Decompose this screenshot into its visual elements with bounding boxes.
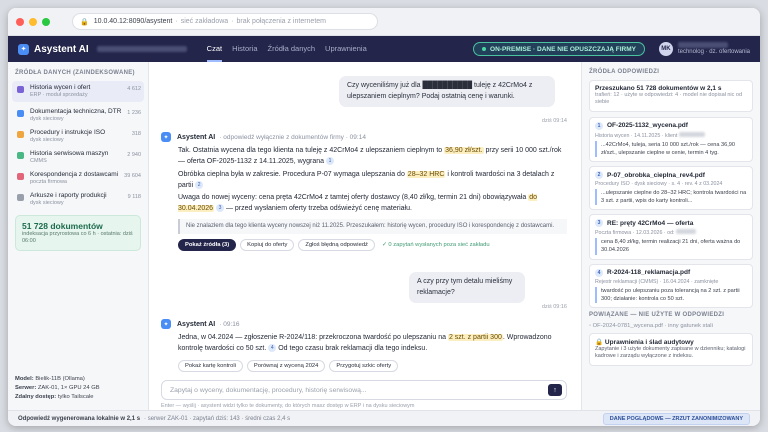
related-item[interactable]: ◦ OF-2024-0781_wycena.pdf · inny gatunek…: [589, 323, 753, 329]
sources-title: ŹRÓDŁA ODPOWIEDZI: [589, 69, 660, 75]
source-item-docs[interactable]: Dokumentacja techniczna, DTR dysk sieciow…: [15, 108, 141, 123]
message-timestamp: dziś 09:16: [541, 304, 567, 310]
assistant-message: ✦ Asystent AI · 09:16 Jedna, w 04.2024 —…: [161, 319, 567, 372]
generation-status: Odpowiedź wygenerowana lokalnie w 2,1 s: [18, 415, 141, 422]
search-note: Nie znalazłem dla tego klienta wyceny no…: [178, 219, 567, 234]
message-input[interactable]: Zapytaj o wyceny, dokumentację, procedur…: [161, 380, 567, 400]
sources-sidebar: ŹRÓDŁA DANYCH (ZAINDEKSOWANE) Historia w…: [8, 62, 149, 410]
redacted-company: [96, 46, 187, 52]
window-controls: [16, 17, 50, 26]
assistant-avatar-icon: ✦: [161, 319, 171, 329]
app-window: 🔒 10.0.40.12:8090/asystent · sieć zakład…: [8, 8, 760, 426]
compare-2024-button[interactable]: Porównaj z wyceną 2024: [246, 359, 326, 372]
input-hint: Enter — wyślij · asystent widzi tylko te…: [161, 403, 415, 409]
network-status: sieć zakładowa: [180, 18, 229, 25]
tab-permissions[interactable]: Uprawnienia: [325, 37, 367, 62]
assistant-logo-icon: ✦: [18, 43, 29, 55]
source-color-icon: [17, 86, 24, 93]
server-stats: · serwer ZAK-01 · zapytań dziś: 143 · śr…: [144, 415, 291, 422]
related-title: POWIĄZANE — NIE UŻYTE W ODPOWIEDZI: [589, 311, 725, 318]
source-item-service[interactable]: Historia serwisowa maszyn CMMS 2 940: [15, 150, 141, 165]
sidebar-title: ŹRÓDŁA DANYCH (ZAINDEKSOWANE): [15, 70, 135, 76]
source-card[interactable]: 3 RE: pręty 42CrMo4 — oferta Poczta firmo…: [589, 214, 753, 260]
show-sources-button[interactable]: Pokaż źródła (3): [178, 238, 237, 251]
chat-panel: Czy wyceniliśmy już dla ██████████ tulej…: [149, 62, 581, 410]
source-item-mail[interactable]: Korespondencja z dostawcami poczta firmow…: [15, 171, 141, 186]
avatar: MK: [658, 41, 673, 56]
address-bar[interactable]: 🔒 10.0.40.12:8090/asystent · sieć zakład…: [72, 13, 378, 30]
system-info: Model: Bielik-11B (Ollama) Serwer: ZAK-0…: [15, 376, 100, 401]
internet-status: brak połączenia z internetem: [236, 18, 327, 25]
user-role: technolog · dz. ofertowania: [677, 48, 750, 55]
tab-data-sources[interactable]: Źródła danych: [268, 37, 316, 62]
redacted-username: [677, 41, 728, 48]
tab-history[interactable]: Historia: [232, 37, 257, 62]
search-summary: Przeszukano 51 728 dokumentów w 2,1 s tr…: [589, 80, 753, 112]
citation-4[interactable]: 4: [268, 344, 277, 352]
user-message: A czy przy tym detalu mieliśmy reklamacj…: [409, 272, 525, 303]
main-nav: Czat Historia Źródła danych Uprawnienia: [206, 37, 367, 62]
assistant-avatar-icon: ✦: [161, 132, 171, 142]
show-control-card-button[interactable]: Pokaż kartę kontroli: [178, 359, 243, 372]
citation-1[interactable]: 1: [326, 157, 335, 165]
copy-to-offer-button[interactable]: Kopiuj do oferty: [240, 238, 295, 251]
on-premise-badge: ON-PREMISE · DANE NIE OPUSZCZAJĄ FIRMY: [473, 42, 645, 56]
source-color-icon: [17, 152, 24, 159]
minimize-dot[interactable]: [29, 17, 37, 26]
source-card[interactable]: 1 OF-2025-1132_wycena.pdf Historia wycen …: [589, 116, 753, 163]
status-bar: Odpowiedź wygenerowana lokalnie w 2,1 s …: [8, 410, 760, 426]
draft-offer-button[interactable]: Przygotuj szkic oferty: [329, 359, 399, 372]
user-menu[interactable]: MK technolog · dz. ofertowania: [658, 41, 750, 57]
source-item-iso[interactable]: Procedury i instrukcje ISO dysk sieciowy …: [15, 129, 141, 144]
citation-2[interactable]: 2: [195, 180, 204, 189]
status-dot-icon: [482, 47, 487, 51]
lock-icon: 🔒: [80, 18, 89, 26]
source-color-icon: [17, 194, 24, 201]
citation-3[interactable]: 3: [216, 204, 224, 213]
send-icon[interactable]: ↑: [548, 384, 562, 396]
browser-chrome: 🔒 10.0.40.12:8090/asystent · sieć zakład…: [8, 8, 760, 36]
app-header: ✦ Asystent AI Czat Historia Źródła danyc…: [8, 36, 760, 62]
privacy-status: ✓ 0 zapytań wysłanych poza sieć zakładu: [381, 241, 490, 248]
source-card[interactable]: 4 R-2024-118_reklamacja.pdf Rejestr rekla…: [589, 263, 753, 308]
source-color-icon: [17, 131, 24, 138]
anonymized-badge: DANE POGLĄDOWE — ZRZUT ZANONIMIZOWANY: [602, 412, 750, 425]
brand-title: Asystent AI: [34, 43, 89, 55]
source-item-quotes[interactable]: Historia wycen i ofert ERP · moduł sprzed…: [12, 81, 144, 102]
url-text: 10.0.40.12:8090/asystent: [93, 18, 173, 25]
source-color-icon: [17, 173, 24, 180]
tab-chat[interactable]: Czat: [206, 37, 223, 62]
assistant-message: ✦ Asystent AI · odpowiedź wyłącznie z do…: [161, 132, 567, 251]
maximize-dot[interactable]: [42, 17, 50, 26]
source-item-reports[interactable]: Arkusze i raporty produkcji dysk sieciowy…: [15, 192, 141, 207]
source-color-icon: [17, 110, 24, 117]
report-error-button[interactable]: Zgłoś błędną odpowiedź: [298, 238, 375, 251]
sources-panel: ŹRÓDŁA ODPOWIEDZI Przeszukano 51 728 dok…: [581, 62, 760, 410]
close-dot[interactable]: [16, 17, 24, 26]
total-documents-box: 51 728 dokumentów indeksacja przyrostowa…: [15, 215, 141, 252]
audit-box: 🔒 Uprawnienia i ślad audytowy Zapytanie …: [589, 332, 753, 367]
user-message: Czy wyceniliśmy już dla ██████████ tulej…: [339, 76, 555, 107]
source-card[interactable]: 2 P-07_obrobka_cieplna_rev4.pdf Procedury…: [589, 166, 753, 211]
message-timestamp: dziś 09:14: [541, 118, 567, 124]
lock-icon: 🔒: [595, 338, 604, 346]
